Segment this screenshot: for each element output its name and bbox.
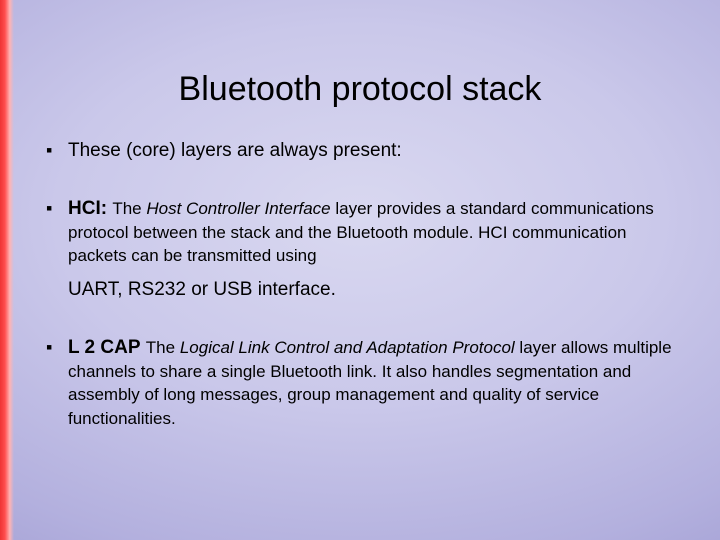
desc-start: The (112, 199, 146, 218)
bullet-l2cap: L 2 CAP The Logical Link Control and Ada… (40, 336, 680, 431)
slide-title: Bluetooth protocol stack (40, 70, 680, 109)
bullet-desc: The Host Controller Interface layer prov… (68, 199, 654, 266)
bullet-intro: These (core) layers are always present: (40, 139, 680, 163)
slide-content: Bluetooth protocol stack These (core) la… (40, 70, 680, 465)
desc-italic: Host Controller Interface (146, 199, 330, 218)
bullet-hci: HCI: The Host Controller Interface layer… (40, 197, 680, 302)
bullet-text: These (core) layers are always present: (68, 140, 402, 161)
slide: Bluetooth protocol stack These (core) la… (0, 0, 720, 540)
desc-start: The (146, 338, 180, 357)
bullet-list: These (core) layers are always present: … (40, 139, 680, 431)
left-stripe-decoration (0, 0, 14, 540)
bullet-lead-bold: HCI: (68, 198, 107, 219)
bullet-desc: The Logical Link Control and Adaptation … (68, 338, 672, 428)
desc-rest-2: UART, RS232 or USB interface. (68, 278, 680, 302)
desc-italic: Logical Link Control and Adaptation Prot… (180, 338, 515, 357)
bullet-lead-bold: L 2 CAP (68, 337, 141, 358)
